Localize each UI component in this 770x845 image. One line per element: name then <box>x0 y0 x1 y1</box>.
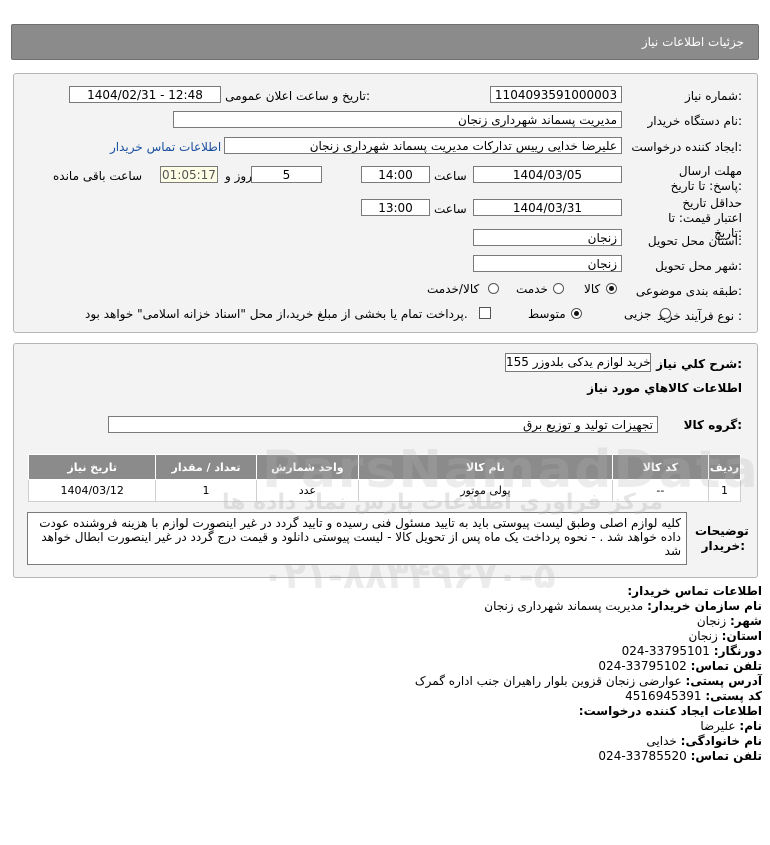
buyer-field[interactable]: مدیریت پسماند شهرداری زنجان <box>173 111 622 128</box>
creator-info-title: اطلاعات ایجاد کننده درخواست: <box>578 704 762 718</box>
contact-section: اطلاعات تماس خریدار: نام سازمان خریدار: … <box>0 584 770 834</box>
creator-phone: تلفن تماس: 024-33785520 <box>598 749 762 763</box>
cell-need-date: 1404/03/12 <box>27 479 157 502</box>
general-description-field[interactable]: خرید لوازم یدکی بلدوزر 155 <box>505 353 651 372</box>
contact-postal-code: کد پستی: 4516945391 <box>625 689 762 703</box>
announce-label: تاریخ و ساعت اعلان عمومی: <box>225 89 370 103</box>
remaining-label: ساعت باقی مانده <box>53 169 143 183</box>
category-option-service: خدمت <box>516 282 548 296</box>
watermark-tagline: مرکز فراوری اطلاعات پارس نماد داده ها <box>222 490 663 515</box>
general-description-label: شرح کلي نياز: <box>656 357 742 371</box>
goods-group-label: گروه کالا: <box>683 418 742 432</box>
category-radio-goods[interactable] <box>606 283 617 294</box>
contact-city: شهر: زنجان <box>696 614 762 628</box>
need-number-field[interactable]: 1104093591000003 <box>490 86 622 103</box>
days-field[interactable]: 5 <box>251 166 322 183</box>
creator-field[interactable]: علیرضا خدایی رییس تدارکات مدیریت پسماند … <box>224 137 622 154</box>
announce-datetime-field[interactable]: 1404/02/31 - 12:48 <box>69 86 221 103</box>
deadline-label: مهلت ارسال پاسخ: تا تاریخ: <box>670 164 742 193</box>
contact-org: نام سازمان خریدار: مدیریت پسماند شهرداری… <box>484 599 762 613</box>
province-field[interactable]: زنجان <box>473 229 622 246</box>
buyer-contact-link[interactable]: اطلاعات تماس خریدار <box>110 140 221 154</box>
category-option-goods: کالا <box>584 282 601 296</box>
creator-name: نام: علیرضا <box>700 719 762 733</box>
need-number-label: شماره نیاز: <box>684 89 742 103</box>
contact-address: آدرس پستی: عوارضی زنجان قزوین بلوار راهی… <box>414 674 762 688</box>
validity-date-field[interactable]: 1404/03/31 <box>473 199 622 216</box>
buyer-notes-label: توضیحات خریدار: <box>695 524 749 553</box>
goods-group-field[interactable]: تجهیزات تولید و توزیع برق <box>108 416 658 433</box>
deadline-date-field[interactable]: 1404/03/05 <box>473 166 622 183</box>
header-need-date: تاریخ نیاز <box>27 454 157 480</box>
process-radio-minor[interactable] <box>660 308 671 319</box>
category-label: طبقه بندی موضوعی: <box>635 284 742 298</box>
process-option-minor: جزیی <box>624 307 652 321</box>
validity-time-label: ساعت <box>434 202 467 216</box>
buyer-label: نام دستگاه خریدار: <box>647 114 743 128</box>
header-quantity: تعداد / مقدار <box>155 454 257 480</box>
remaining-time-field: 01:05:17 <box>160 166 218 183</box>
treasury-payment-note: پرداخت تمام یا بخشی از مبلغ خرید،از محل … <box>85 307 468 321</box>
page-header: جزئیات اطلاعات نیاز <box>11 24 759 60</box>
days-label: روز و <box>225 169 252 183</box>
deadline-time-field[interactable]: 14:00 <box>361 166 430 183</box>
process-radio-medium[interactable] <box>571 308 582 319</box>
goods-info-title: اطلاعات کالاهاي مورد نياز <box>587 381 742 395</box>
creator-family: نام خانوادگی: خدایی <box>646 734 762 748</box>
city-field[interactable]: زنجان <box>473 255 622 272</box>
deadline-time-label: ساعت <box>434 169 467 183</box>
category-option-goods-service: کالا/خدمت <box>427 282 480 296</box>
contact-fax: دورنگار: 024-33795101 <box>621 644 762 658</box>
contact-title: اطلاعات تماس خریدار: <box>627 584 762 598</box>
category-radio-goods-service[interactable] <box>488 283 499 294</box>
contact-province: استان: زنجان <box>688 629 762 643</box>
category-radio-service[interactable] <box>553 283 564 294</box>
province-label: استان محل تحویل: <box>647 234 742 248</box>
page-title: جزئیات اطلاعات نیاز <box>641 35 744 49</box>
validity-time-field[interactable]: 13:00 <box>361 199 430 216</box>
city-label: شهر محل تحویل: <box>655 259 742 273</box>
process-option-medium: متوسط <box>528 307 566 321</box>
creator-label: ایجاد کننده درخواست: <box>631 140 742 154</box>
contact-phone: تلفن تماس: 024-33795102 <box>598 659 762 673</box>
buyer-notes-text: کلیه لوازم اصلی وطبق لیست پیوستی باید به… <box>39 516 681 558</box>
treasury-payment-checkbox[interactable] <box>479 307 491 319</box>
